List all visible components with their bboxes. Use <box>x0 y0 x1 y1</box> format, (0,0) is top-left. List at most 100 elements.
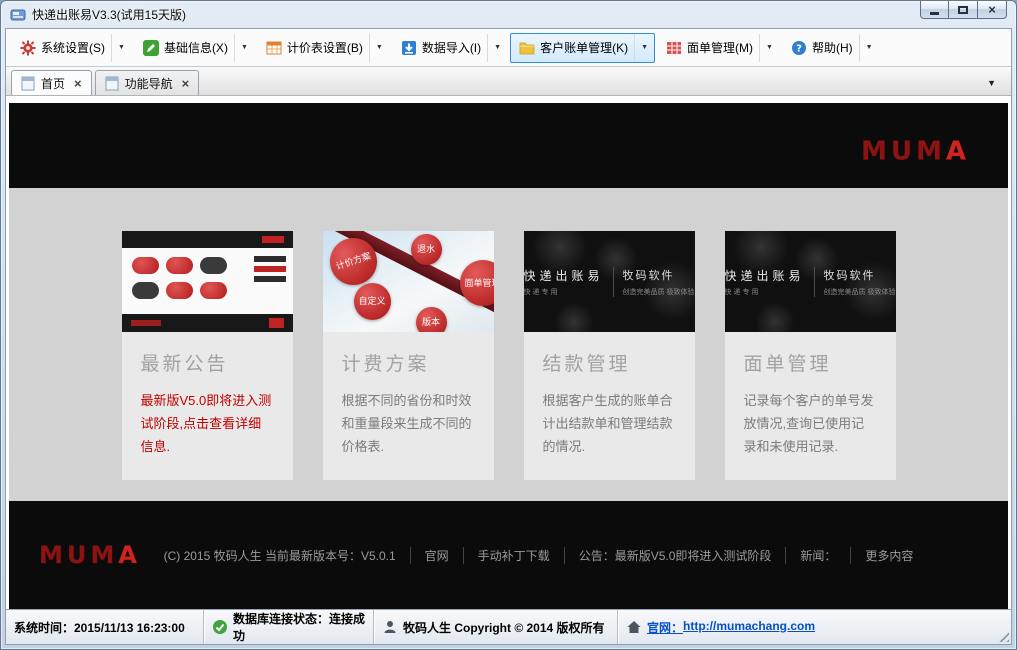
dropdown-arrow-icon[interactable]: ▼ <box>111 34 125 62</box>
dropdown-arrow-icon[interactable]: ▼ <box>759 34 773 62</box>
card-row: 最新公告 最新版V5.0即将进入测试阶段,点击查看详细信息. 计价方案 退水 面… <box>122 231 896 480</box>
home-icon <box>626 619 642 635</box>
pricing-bubble: 退水 <box>411 234 442 265</box>
card-announcement[interactable]: 最新公告 最新版V5.0即将进入测试阶段,点击查看详细信息. <box>122 231 293 480</box>
card-title: 结款管理 <box>543 349 676 376</box>
page-icon <box>21 76 35 91</box>
company-name: 牧码软件 <box>623 267 695 283</box>
dropdown-arrow-icon[interactable]: ▼ <box>634 34 648 62</box>
resize-grip[interactable] <box>996 610 1011 644</box>
card-pricing[interactable]: 计价方案 退水 面单管理 自定义 版本 计费方案 根据不同的省份和时效和重量段来… <box>323 231 494 480</box>
card-settlement[interactable]: 快递出账易 快递专用 牧码软件 创造完美品质 极致体验 结款管理 <box>524 231 695 480</box>
status-website: 官网：http://mumachang.com <box>618 610 996 644</box>
tab-list-dropdown-icon[interactable]: ▼ <box>977 74 1006 92</box>
status-db-connection: 数据库连接状态：连接成功 <box>204 610 374 644</box>
card-pricing-image: 计价方案 退水 面单管理 自定义 版本 <box>323 231 494 332</box>
tab-home[interactable]: 首页 × <box>11 70 92 95</box>
person-icon <box>382 619 398 635</box>
website-label: 官网： <box>647 619 683 636</box>
card-title: 面单管理 <box>744 349 877 376</box>
waybill-grid-icon <box>666 40 682 56</box>
toolbar-button-customer-bill[interactable]: 客户账单管理(K) ▼ <box>510 33 655 63</box>
minimize-icon <box>930 12 939 15</box>
footer-link-website[interactable]: 官网 <box>410 547 463 564</box>
toolbar-button-waybill[interactable]: 面单管理(M) ▼ <box>657 33 780 63</box>
copyright-text: 牧码人生 Copyright © 2014 版权所有 <box>403 619 605 636</box>
toolbar-button-system-settings[interactable]: 系统设置(S) ▼ <box>11 33 132 63</box>
footer-link-more[interactable]: 更多内容 <box>850 547 927 564</box>
footer-link-patch-download[interactable]: 手动补丁下载 <box>463 547 564 564</box>
dropdown-arrow-icon[interactable]: ▼ <box>859 34 873 62</box>
dropdown-arrow-icon[interactable]: ▼ <box>234 34 248 62</box>
app-icon <box>10 7 26 23</box>
app-body: 系统设置(S) ▼ 基础信息(X) ▼ 计价表设置(B) ▼ <box>5 28 1012 645</box>
hero-banner: MUMA <box>9 103 1008 188</box>
toolbar-label: 数据导入(I) <box>422 39 481 56</box>
toolbar-button-basic-info[interactable]: 基础信息(X) ▼ <box>134 33 255 63</box>
pricing-bubble: 面单管理 <box>460 260 494 306</box>
website-url: http://mumachang.com <box>683 619 815 636</box>
db-connected-icon <box>212 619 228 635</box>
tab-close-icon[interactable]: × <box>182 77 190 90</box>
toolbar: 系统设置(S) ▼ 基础信息(X) ▼ 计价表设置(B) ▼ <box>6 29 1011 67</box>
toolbar-button-help[interactable]: ? 帮助(H) ▼ <box>782 33 880 63</box>
brand-name: 快递出账易 <box>524 267 604 284</box>
tab-label: 首页 <box>41 75 65 92</box>
brand-subtitle: 快递专用 <box>725 287 805 297</box>
status-copyright: 牧码人生 Copyright © 2014 版权所有 <box>374 610 618 644</box>
pricing-bubble: 自定义 <box>354 283 391 320</box>
app-window: 快递出账易V3.3(试用15天版) × 系统设置(S) ▼ 基础信息(X) ▼ <box>0 0 1017 650</box>
system-settings-icon <box>20 40 36 56</box>
content-area: 最新公告 最新版V5.0即将进入测试阶段,点击查看详细信息. 计价方案 退水 面… <box>9 188 1008 501</box>
company-slogan: 创造完美品质 极致体验 <box>623 287 695 297</box>
system-time-text: 系统时间：2015/11/13 16:23:00 <box>14 619 185 636</box>
website-link[interactable]: 官网：http://mumachang.com <box>647 619 815 636</box>
help-icon: ? <box>791 40 807 56</box>
dropdown-arrow-icon[interactable]: ▼ <box>487 34 501 62</box>
muma-logo: MUMA <box>861 136 970 166</box>
logo-accent-text: A <box>118 541 141 569</box>
tab-navigation[interactable]: 功能导航 × <box>95 70 200 95</box>
minimize-button[interactable] <box>920 1 949 19</box>
toolbar-label: 基础信息(X) <box>164 39 228 56</box>
window-controls: × <box>920 1 1007 19</box>
toolbar-label: 系统设置(S) <box>41 39 105 56</box>
window-title: 快递出账易V3.3(试用15天版) <box>32 6 186 23</box>
footer-announcement: 公告：最新版V5.0即将进入测试阶段 <box>564 547 786 564</box>
toolbar-label: 客户账单管理(K) <box>540 39 628 56</box>
card-announcement-image <box>122 231 293 332</box>
tab-close-icon[interactable]: × <box>74 77 82 90</box>
toolbar-button-pricing-table[interactable]: 计价表设置(B) ▼ <box>257 33 390 63</box>
data-import-icon <box>401 40 417 56</box>
card-text: 记录每个客户的单号发放情况,查询已使用记录和未使用记录. <box>744 390 877 458</box>
company-slogan: 创造完美品质 极致体验 <box>824 287 896 297</box>
close-icon: × <box>988 3 996 16</box>
tab-bar: 首页 × 功能导航 × ▼ <box>6 67 1011 96</box>
close-button[interactable]: × <box>978 1 1007 19</box>
logo-text: MUM <box>861 136 946 166</box>
muma-logo-footer: MUMA <box>39 541 141 569</box>
titlebar[interactable]: 快递出账易V3.3(试用15天版) × <box>1 1 1016 28</box>
toolbar-button-data-import[interactable]: 数据导入(I) ▼ <box>392 33 508 63</box>
home-page: MUMA <box>6 96 1011 609</box>
toolbar-label: 面单管理(M) <box>687 39 753 56</box>
card-settlement-image: 快递出账易 快递专用 牧码软件 创造完美品质 极致体验 <box>524 231 695 332</box>
basic-info-icon <box>143 40 159 56</box>
dropdown-arrow-icon[interactable]: ▼ <box>369 34 383 62</box>
logo-accent-text: A <box>946 136 970 166</box>
db-status-text: 数据库连接状态：连接成功 <box>233 610 365 644</box>
card-waybill-image: 快递出账易 快递专用 牧码软件 创造完美品质 极致体验 <box>725 231 896 332</box>
card-title: 最新公告 <box>141 349 274 376</box>
maximize-icon <box>958 6 968 14</box>
brand-name: 快递出账易 <box>725 267 805 284</box>
card-title: 计费方案 <box>342 349 475 376</box>
footer-news-label: 新闻： <box>785 547 850 564</box>
pricing-bubble: 版本 <box>416 307 447 332</box>
page-icon <box>105 76 119 91</box>
svg-text:?: ? <box>796 43 802 54</box>
maximize-button[interactable] <box>949 1 978 19</box>
status-system-time: 系统时间：2015/11/13 16:23:00 <box>6 610 204 644</box>
card-waybill[interactable]: 快递出账易 快递专用 牧码软件 创造完美品质 极致体验 面单管理 <box>725 231 896 480</box>
announcement-link-text[interactable]: 最新版V5.0即将进入测试阶段,点击查看详细信息. <box>141 390 274 458</box>
card-text: 根据不同的省份和时效和重量段来生成不同的价格表. <box>342 390 475 458</box>
